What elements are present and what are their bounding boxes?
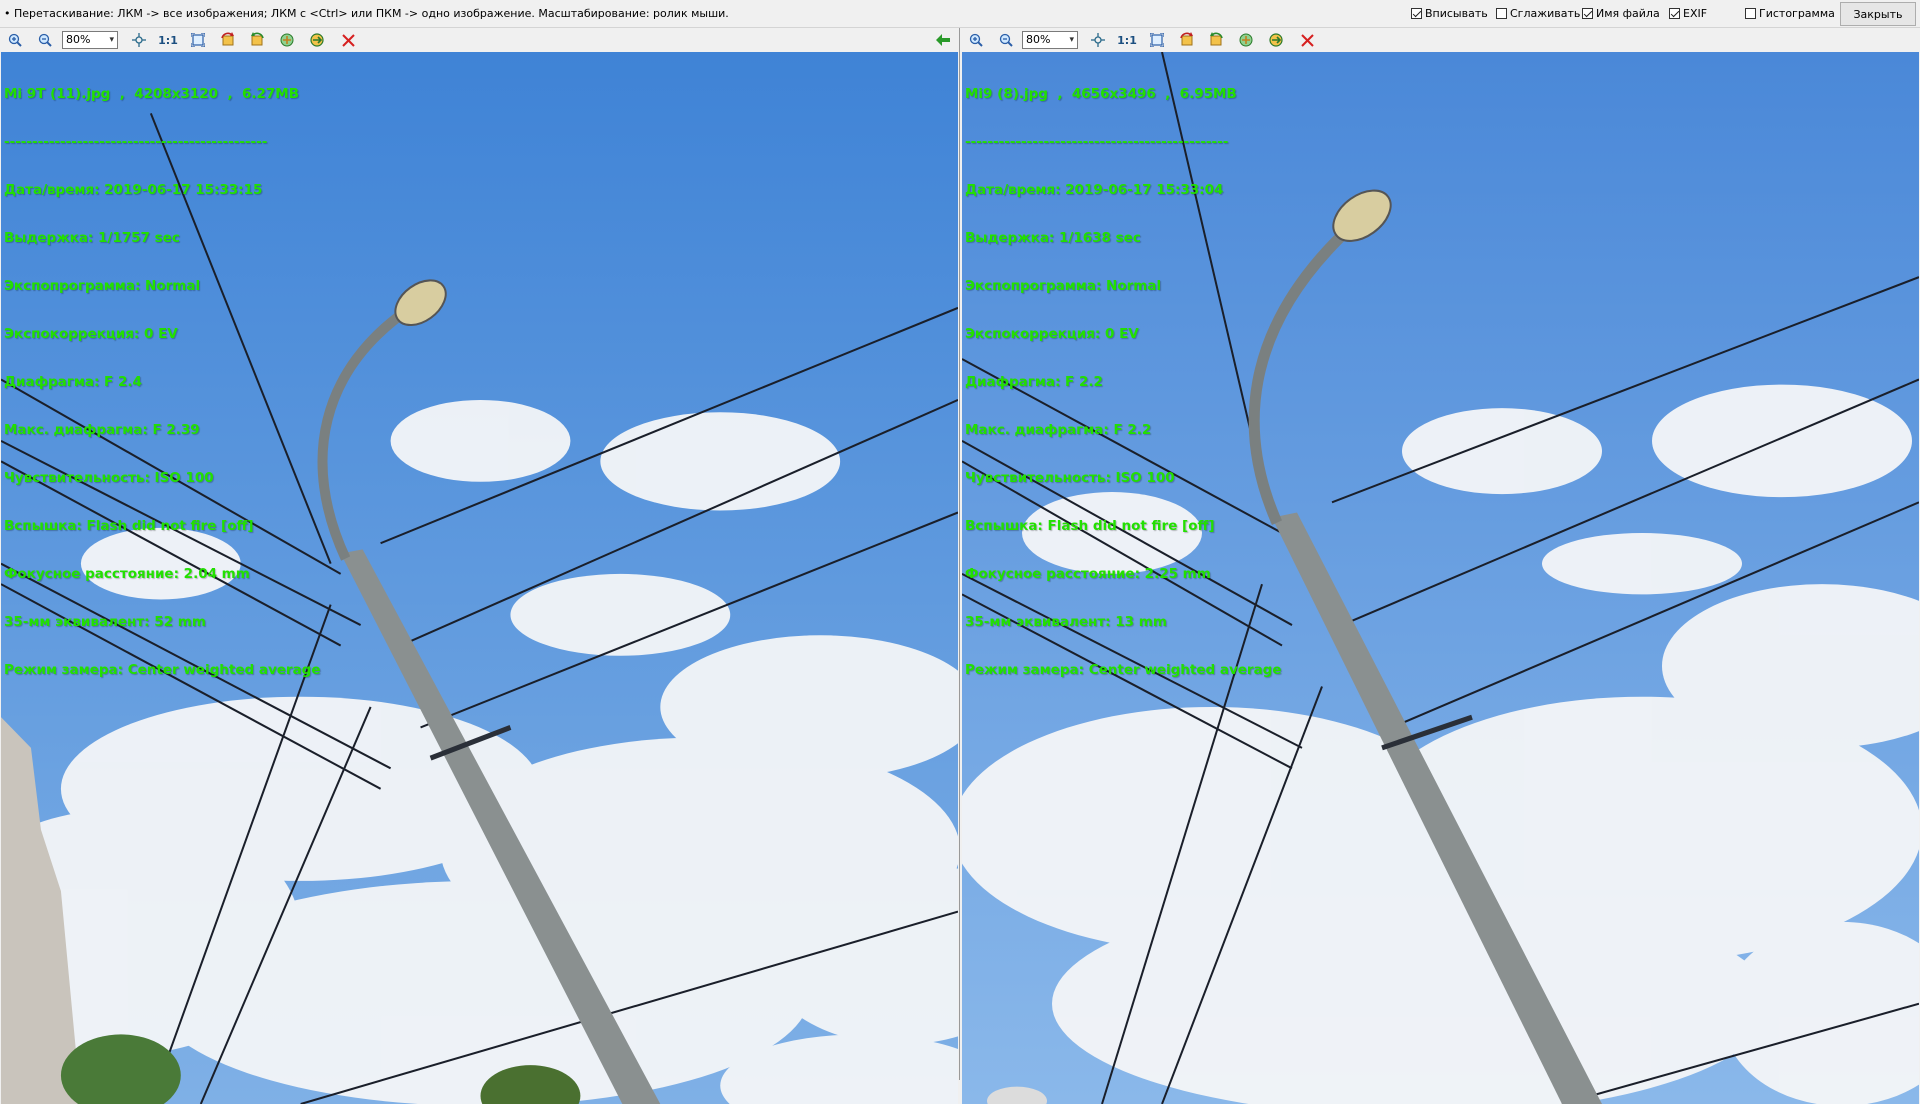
- exif-label: EXIF: [1683, 7, 1708, 20]
- zoom-value: 80%: [66, 33, 91, 46]
- ev: Экспокоррекция: 0 EV: [4, 326, 178, 342]
- sync-icon[interactable]: [308, 31, 326, 49]
- exif-overlay-right: Mi9 (8).jpg , 4656x3496 , 6.95MB -------…: [965, 54, 1282, 710]
- max-aperture: Макс. диафрагма: F 2.2: [965, 422, 1152, 438]
- filename-checkbox[interactable]: [1582, 8, 1593, 19]
- zoom-out-icon[interactable]: [997, 31, 1015, 49]
- metering: Режим замера: Center weighted average: [965, 662, 1282, 678]
- fit-label: Вписывать: [1425, 7, 1488, 20]
- option-fit[interactable]: Вписывать: [1411, 7, 1488, 20]
- file-info: Mi 9T (11).jpg , 4208x3120 , 6.27MB: [4, 86, 300, 102]
- aperture: Диафрагма: F 2.2: [965, 374, 1103, 390]
- focal35: 35-мм эквивалент: 52 mm: [4, 614, 206, 630]
- option-filename[interactable]: Имя файла: [1582, 7, 1660, 20]
- zoom-select-left[interactable]: 80% ▾: [62, 31, 118, 49]
- flip-icon[interactable]: [278, 31, 296, 49]
- filename-label: Имя файла: [1596, 7, 1660, 20]
- actual-size-button[interactable]: 1:1: [1117, 31, 1137, 49]
- separator: ----------------------------------------…: [965, 134, 1229, 150]
- program: Экспопрограмма: Normal: [4, 278, 201, 294]
- close-icon[interactable]: [1298, 31, 1316, 49]
- flip-icon[interactable]: [1237, 31, 1255, 49]
- iso: Чувствительность: ISO 100: [965, 470, 1175, 486]
- image-view-right[interactable]: Mi9 (8).jpg , 4656x3496 , 6.95MB -------…: [962, 52, 1919, 1104]
- fit-view-icon[interactable]: [1089, 31, 1107, 49]
- separator: ----------------------------------------…: [4, 134, 268, 150]
- smooth-checkbox[interactable]: [1496, 8, 1507, 19]
- program: Экспопрограмма: Normal: [965, 278, 1162, 294]
- image-panel-left: 80% ▾ 1:1 Mi 9T (11).jpg , 4208x3120 , 6…: [0, 28, 960, 1104]
- zoom-in-icon[interactable]: [967, 31, 985, 49]
- fit-view-icon[interactable]: [130, 31, 148, 49]
- rotate-left-icon[interactable]: [219, 31, 237, 49]
- option-histogram[interactable]: Гистограмма: [1745, 7, 1835, 20]
- close-icon[interactable]: [339, 31, 357, 49]
- max-aperture: Макс. диафрагма: F 2.39: [4, 422, 200, 438]
- focal: Фокусное расстояние: 2.04 mm: [4, 566, 250, 582]
- aperture: Диафрагма: F 2.4: [4, 374, 142, 390]
- histogram-checkbox[interactable]: [1745, 8, 1756, 19]
- focal35: 35-мм эквивалент: 13 mm: [965, 614, 1167, 630]
- flash: Вспышка: Flash did not fire [off]: [965, 518, 1215, 534]
- metering: Режим замера: Center weighted average: [4, 662, 321, 678]
- histogram-label: Гистограмма: [1759, 7, 1835, 20]
- chevron-down-icon: ▾: [1069, 35, 1074, 45]
- top-bar: • Перетаскивание: ЛКМ -> все изображения…: [0, 0, 1920, 28]
- exposure: Выдержка: 1/1638 sec: [965, 230, 1141, 246]
- exif-checkbox[interactable]: [1669, 8, 1680, 19]
- fit-checkbox[interactable]: [1411, 8, 1422, 19]
- image-view-left[interactable]: Mi 9T (11).jpg , 4208x3120 , 6.27MB ----…: [1, 52, 958, 1104]
- datetime: Дата/время: 2019-06-17 15:33:15: [4, 182, 263, 198]
- rotate-right-icon[interactable]: [248, 31, 266, 49]
- image-panel-right: 80% ▾ 1:1 Mi9 (8).jpg , 4656x3496 , 6.95…: [961, 28, 1920, 1104]
- datetime: Дата/время: 2019-06-17 15:33:04: [965, 182, 1224, 198]
- actual-size-button[interactable]: 1:1: [158, 31, 178, 49]
- close-button[interactable]: Закрыть: [1840, 2, 1916, 26]
- rotate-left-icon[interactable]: [1178, 31, 1196, 49]
- zoom-in-icon[interactable]: [6, 31, 24, 49]
- file-info: Mi9 (8).jpg , 4656x3496 , 6.95MB: [965, 86, 1237, 102]
- zoom-select-right[interactable]: 80% ▾: [1022, 31, 1078, 49]
- chevron-down-icon: ▾: [109, 35, 114, 45]
- arrow-left-icon[interactable]: [934, 31, 952, 49]
- iso: Чувствительность: ISO 100: [4, 470, 214, 486]
- panel-toolbar-right: 80% ▾ 1:1: [961, 28, 1920, 52]
- focal: Фокусное расстояние: 2.25 mm: [965, 566, 1211, 582]
- usage-hint: • Перетаскивание: ЛКМ -> все изображения…: [4, 7, 729, 20]
- zoom-value: 80%: [1026, 33, 1051, 46]
- smooth-label: Сглаживать: [1510, 7, 1581, 20]
- ev: Экспокоррекция: 0 EV: [965, 326, 1139, 342]
- fullscreen-icon[interactable]: [1148, 31, 1166, 49]
- fullscreen-icon[interactable]: [189, 31, 207, 49]
- option-smooth[interactable]: Сглаживать: [1496, 7, 1580, 20]
- zoom-out-icon[interactable]: [36, 31, 54, 49]
- exposure: Выдержка: 1/1757 sec: [4, 230, 180, 246]
- flash: Вспышка: Flash did not fire [off]: [4, 518, 254, 534]
- rotate-right-icon[interactable]: [1207, 31, 1225, 49]
- exif-overlay-left: Mi 9T (11).jpg , 4208x3120 , 6.27MB ----…: [4, 54, 321, 710]
- sync-icon[interactable]: [1267, 31, 1285, 49]
- panel-toolbar-left: 80% ▾ 1:1: [0, 28, 959, 52]
- option-exif[interactable]: EXIF: [1669, 7, 1707, 20]
